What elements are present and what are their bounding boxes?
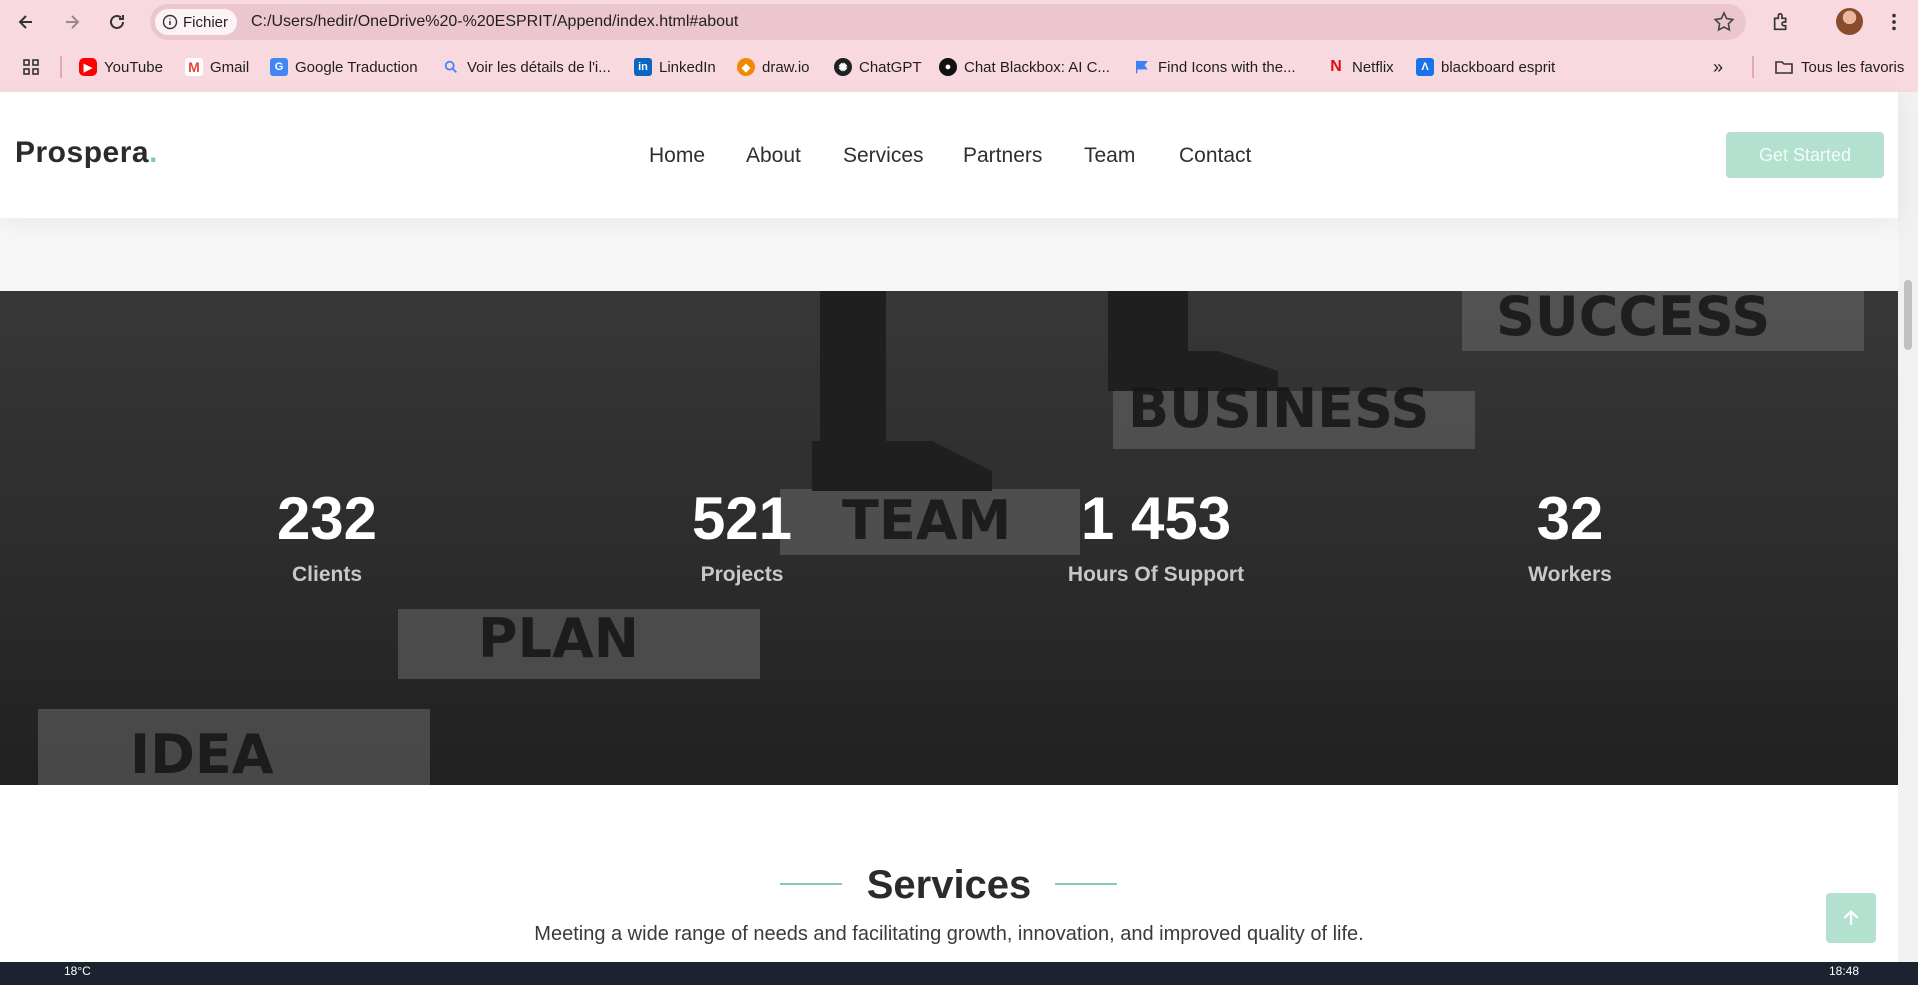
scrollbar-thumb[interactable] [1904, 280, 1912, 350]
page-scrollbar[interactable] [1898, 92, 1918, 962]
bookmark-label: ChatGPT [859, 58, 922, 76]
arrow-right-icon [66, 15, 80, 29]
apps-grid-icon [23, 59, 39, 75]
services-subtitle: Meeting a wide range of needs and facili… [534, 923, 1364, 945]
folder-icon [1775, 61, 1793, 74]
arrow-up-icon [1843, 909, 1859, 925]
system-clock[interactable]: 18:48 [1829, 964, 1859, 978]
browser-toolbar: Fichier C:/Users/hedir/OneDrive%20-%20ES… [0, 0, 1918, 44]
stat-value: 1 453 [1080, 485, 1232, 552]
apps-button[interactable] [22, 56, 40, 78]
bookmark-label: Gmail [210, 58, 250, 76]
url-text[interactable]: C:/Users/hedir/OneDrive%20-%20ESPRIT/App… [251, 13, 738, 31]
chevron-double-right-icon: » [1713, 56, 1724, 77]
extensions-button[interactable] [1768, 8, 1796, 36]
bookmark-label: draw.io [762, 58, 810, 76]
bookmark-label: Voir les détails de l'i... [467, 58, 611, 76]
linkedin-icon: in [634, 58, 652, 76]
bookmark-youtube[interactable]: ▶ YouTube [79, 56, 163, 78]
bookmark-blackbox[interactable]: ● Chat Blackbox: AI C... [939, 56, 1110, 78]
scroll-to-top-button[interactable] [1826, 893, 1876, 943]
nav-about[interactable]: About [746, 144, 801, 168]
stat-label: Workers [1528, 563, 1612, 586]
forward-button[interactable] [56, 6, 88, 38]
nav-contact[interactable]: Contact [1179, 144, 1251, 168]
logo-text: Prospera [15, 136, 150, 169]
bookmark-voir-details[interactable]: Voir les détails de l'i... [442, 56, 611, 78]
bookmark-label: Chat Blackbox: AI C... [964, 58, 1110, 76]
services-section: Services Meeting a wide range of needs a… [0, 785, 1898, 962]
title-decoration-line [1055, 883, 1117, 885]
bookmark-label: blackboard esprit [1441, 58, 1556, 76]
youtube-icon: ▶ [79, 58, 97, 76]
bookmark-separator [60, 56, 62, 78]
stat-value: 521 [691, 485, 793, 552]
get-started-button[interactable]: Get Started [1726, 132, 1884, 178]
bookmark-blackboard[interactable]: Λ blackboard esprit [1416, 56, 1555, 78]
bookmarks-bar: ▶ YouTube M Gmail G Google Traduction Vo… [0, 50, 1918, 84]
stat-projects: 521 Projects [592, 489, 892, 587]
profile-avatar[interactable] [1836, 8, 1863, 35]
netflix-icon: N [1330, 58, 1342, 75]
bookmark-netflix[interactable]: N Netflix [1327, 56, 1394, 78]
chatgpt-icon: ✺ [834, 58, 852, 76]
services-title: Services [866, 863, 1032, 907]
gmail-icon: M [185, 58, 203, 76]
reload-button[interactable] [101, 6, 133, 38]
bookmark-linkedin[interactable]: in LinkedIn [634, 56, 716, 78]
bookmark-label: YouTube [104, 58, 163, 76]
site-logo[interactable]: Prospera. [15, 136, 158, 170]
stat-value: 32 [1536, 485, 1604, 552]
stats-section: SUCCESS BUSINESS TEAM PLAN IDEA 232 Clie… [0, 291, 1898, 785]
site-info-chip[interactable]: Fichier [155, 9, 238, 35]
puzzle-icon [1773, 12, 1787, 31]
weather-widget[interactable]: 18°C [64, 964, 91, 978]
stat-label: Projects [700, 563, 784, 586]
bookmark-separator [1752, 56, 1754, 78]
bookmark-gmail[interactable]: M Gmail [185, 56, 249, 78]
reload-icon [110, 14, 124, 29]
bookmark-chatgpt[interactable]: ✺ ChatGPT [834, 56, 922, 78]
bookmark-drawio[interactable]: ◆ draw.io [737, 56, 810, 78]
stat-label: Hours Of Support [1067, 563, 1245, 586]
translate-icon: G [270, 58, 288, 76]
bookmark-label: Find Icons with the... [1158, 58, 1296, 76]
stat-value: 232 [276, 485, 378, 552]
blackbox-icon: ● [939, 58, 957, 76]
bookmark-label: Google Traduction [295, 58, 418, 76]
logo-dot: . [149, 136, 158, 169]
more-bookmarks-button[interactable]: » [1713, 56, 1723, 78]
all-bookmarks-folder[interactable]: Tous les favoris [1774, 56, 1904, 78]
drawio-icon: ◆ [737, 58, 755, 76]
info-icon [162, 14, 178, 30]
bookmark-google-traduction[interactable]: G Google Traduction [270, 56, 418, 78]
site-chip-label: Fichier [183, 13, 229, 31]
stat-label: Clients [291, 563, 362, 586]
nav-partners[interactable]: Partners [963, 144, 1042, 168]
nav-services[interactable]: Services [843, 144, 924, 168]
stat-workers: 32 Workers [1420, 489, 1720, 587]
back-button[interactable] [10, 6, 42, 38]
nav-home[interactable]: Home [649, 144, 705, 168]
arrow-left-icon [18, 15, 32, 29]
bookmark-star-icon[interactable] [1712, 10, 1736, 34]
bookmark-label: Netflix [1352, 58, 1394, 76]
os-taskbar: 18°C 18:48 [0, 962, 1918, 985]
nav-team[interactable]: Team [1084, 144, 1135, 168]
blackboard-icon: Λ [1416, 58, 1434, 76]
section-spacer [0, 218, 1898, 291]
flag-icon [1133, 58, 1151, 76]
bookmark-label: LinkedIn [659, 58, 716, 76]
site-header: Prospera. Home About Services Partners T… [0, 92, 1898, 218]
search-icon [442, 58, 460, 76]
menu-button[interactable] [1880, 8, 1908, 36]
bookmark-find-icons[interactable]: Find Icons with the... [1133, 56, 1296, 78]
kebab-menu-icon [1892, 13, 1896, 31]
all-bookmarks-label: Tous les favoris [1801, 58, 1905, 76]
address-bar[interactable]: Fichier C:/Users/hedir/OneDrive%20-%20ES… [150, 4, 1746, 40]
stat-hours-support: 1 453 Hours Of Support [1006, 489, 1306, 587]
stat-clients: 232 Clients [177, 489, 477, 587]
